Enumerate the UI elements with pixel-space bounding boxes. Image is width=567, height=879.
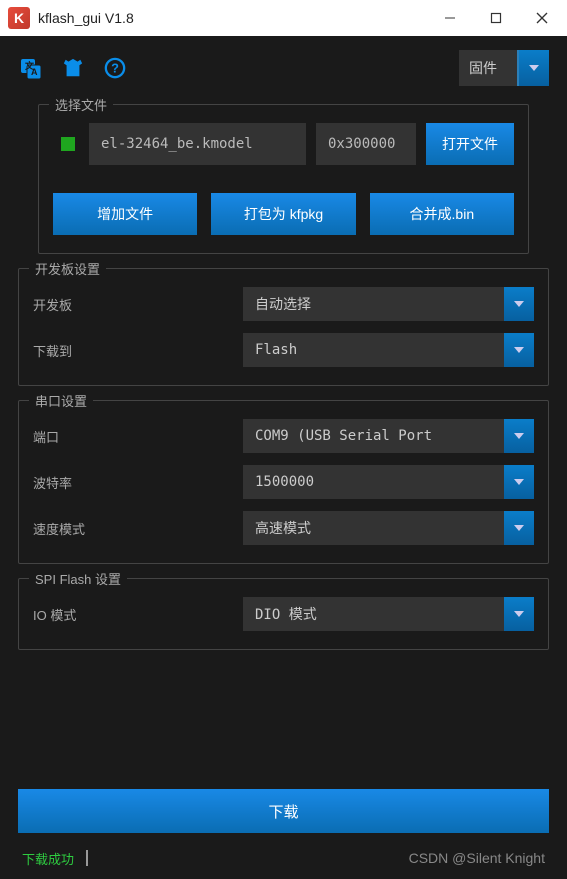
io-mode-select-value: DIO 模式 <box>243 597 504 631</box>
io-mode-label: IO 模式 <box>33 605 243 624</box>
target-label: 下载到 <box>33 341 243 360</box>
board-label: 开发板 <box>33 295 243 314</box>
main-window: K kflash_gui V1.8 文A ? <box>0 0 567 879</box>
chevron-down-icon <box>514 525 524 531</box>
io-mode-row: IO 模式 DIO 模式 <box>33 597 534 631</box>
file-group-title: 选择文件 <box>49 95 113 114</box>
file-path-input[interactable]: el-32464_be.kmodel <box>89 123 306 165</box>
watermark: CSDN @Silent Knight <box>409 850 545 866</box>
minimize-icon <box>444 12 456 24</box>
maximize-icon <box>490 12 502 24</box>
cursor-indicator <box>86 850 88 866</box>
file-groupbox: 选择文件 el-32464_be.kmodel 0x300000 打开文件 增加… <box>38 104 529 254</box>
chevron-down-icon <box>514 433 524 439</box>
download-button[interactable]: 下载 <box>18 789 549 833</box>
chevron-down-icon <box>529 65 539 71</box>
board-select-value: 自动选择 <box>243 287 504 321</box>
content-area: 文A ? 固件 选择文件 el-32464_be.kmodel 0x300000… <box>0 36 567 879</box>
open-file-button[interactable]: 打开文件 <box>426 123 514 165</box>
maximize-button[interactable] <box>473 2 519 34</box>
baud-row: 波特率 1500000 <box>33 465 534 499</box>
file-actions-row: 增加文件 打包为 kfpkg 合并成.bin <box>53 193 514 235</box>
board-group-title: 开发板设置 <box>29 259 106 278</box>
port-select[interactable]: COM9 (USB Serial Port <box>243 419 534 453</box>
chevron-down-icon <box>514 479 524 485</box>
baud-select-chevron <box>504 465 534 499</box>
target-select[interactable]: Flash <box>243 333 534 367</box>
app-icon: K <box>8 7 30 29</box>
baud-label: 波特率 <box>33 473 243 492</box>
status-text: 下载成功 <box>22 849 74 868</box>
io-mode-select-chevron <box>504 597 534 631</box>
add-file-button[interactable]: 增加文件 <box>53 193 197 235</box>
speed-select-value: 高速模式 <box>243 511 504 545</box>
help-icon[interactable]: ? <box>102 55 128 81</box>
file-enable-indicator[interactable] <box>61 137 75 151</box>
spi-group-title: SPI Flash 设置 <box>29 569 127 588</box>
titlebar: K kflash_gui V1.8 <box>0 0 567 36</box>
speed-select[interactable]: 高速模式 <box>243 511 534 545</box>
toolbar: 文A ? 固件 <box>18 50 549 86</box>
port-label: 端口 <box>33 427 243 446</box>
speed-label: 速度模式 <box>33 519 243 538</box>
close-button[interactable] <box>519 2 565 34</box>
port-select-value: COM9 (USB Serial Port <box>243 419 504 453</box>
app-title: kflash_gui V1.8 <box>38 10 427 26</box>
target-select-chevron <box>504 333 534 367</box>
serial-group-title: 串口设置 <box>29 391 93 410</box>
language-icon[interactable]: 文A <box>18 55 44 81</box>
pack-kfpkg-button[interactable]: 打包为 kfpkg <box>211 193 355 235</box>
io-mode-select[interactable]: DIO 模式 <box>243 597 534 631</box>
svg-text:?: ? <box>111 61 119 76</box>
mode-select[interactable]: 固件 <box>459 50 549 86</box>
mode-select-value: 固件 <box>459 50 519 86</box>
port-row: 端口 COM9 (USB Serial Port <box>33 419 534 453</box>
chevron-down-icon <box>514 611 524 617</box>
board-select-chevron <box>504 287 534 321</box>
minimize-button[interactable] <box>427 2 473 34</box>
board-row: 开发板 自动选择 <box>33 287 534 321</box>
mode-select-chevron <box>519 50 549 86</box>
window-controls <box>427 2 565 34</box>
target-select-value: Flash <box>243 333 504 367</box>
speed-row: 速度模式 高速模式 <box>33 511 534 545</box>
port-select-chevron <box>504 419 534 453</box>
spi-groupbox: SPI Flash 设置 IO 模式 DIO 模式 <box>18 578 549 650</box>
merge-bin-button[interactable]: 合并成.bin <box>370 193 514 235</box>
baud-select[interactable]: 1500000 <box>243 465 534 499</box>
speed-select-chevron <box>504 511 534 545</box>
chevron-down-icon <box>514 301 524 307</box>
serial-groupbox: 串口设置 端口 COM9 (USB Serial Port 波特率 150000… <box>18 400 549 564</box>
file-address-input[interactable]: 0x300000 <box>316 123 416 165</box>
chevron-down-icon <box>514 347 524 353</box>
board-select[interactable]: 自动选择 <box>243 287 534 321</box>
baud-select-value: 1500000 <box>243 465 504 499</box>
file-row: el-32464_be.kmodel 0x300000 打开文件 <box>53 123 514 165</box>
target-row: 下载到 Flash <box>33 333 534 367</box>
svg-text:A: A <box>31 67 38 77</box>
status-bar: 下载成功 CSDN @Silent Knight <box>18 847 549 869</box>
board-groupbox: 开发板设置 开发板 自动选择 下载到 Flash <box>18 268 549 386</box>
skin-icon[interactable] <box>60 55 86 81</box>
close-icon <box>536 12 548 24</box>
